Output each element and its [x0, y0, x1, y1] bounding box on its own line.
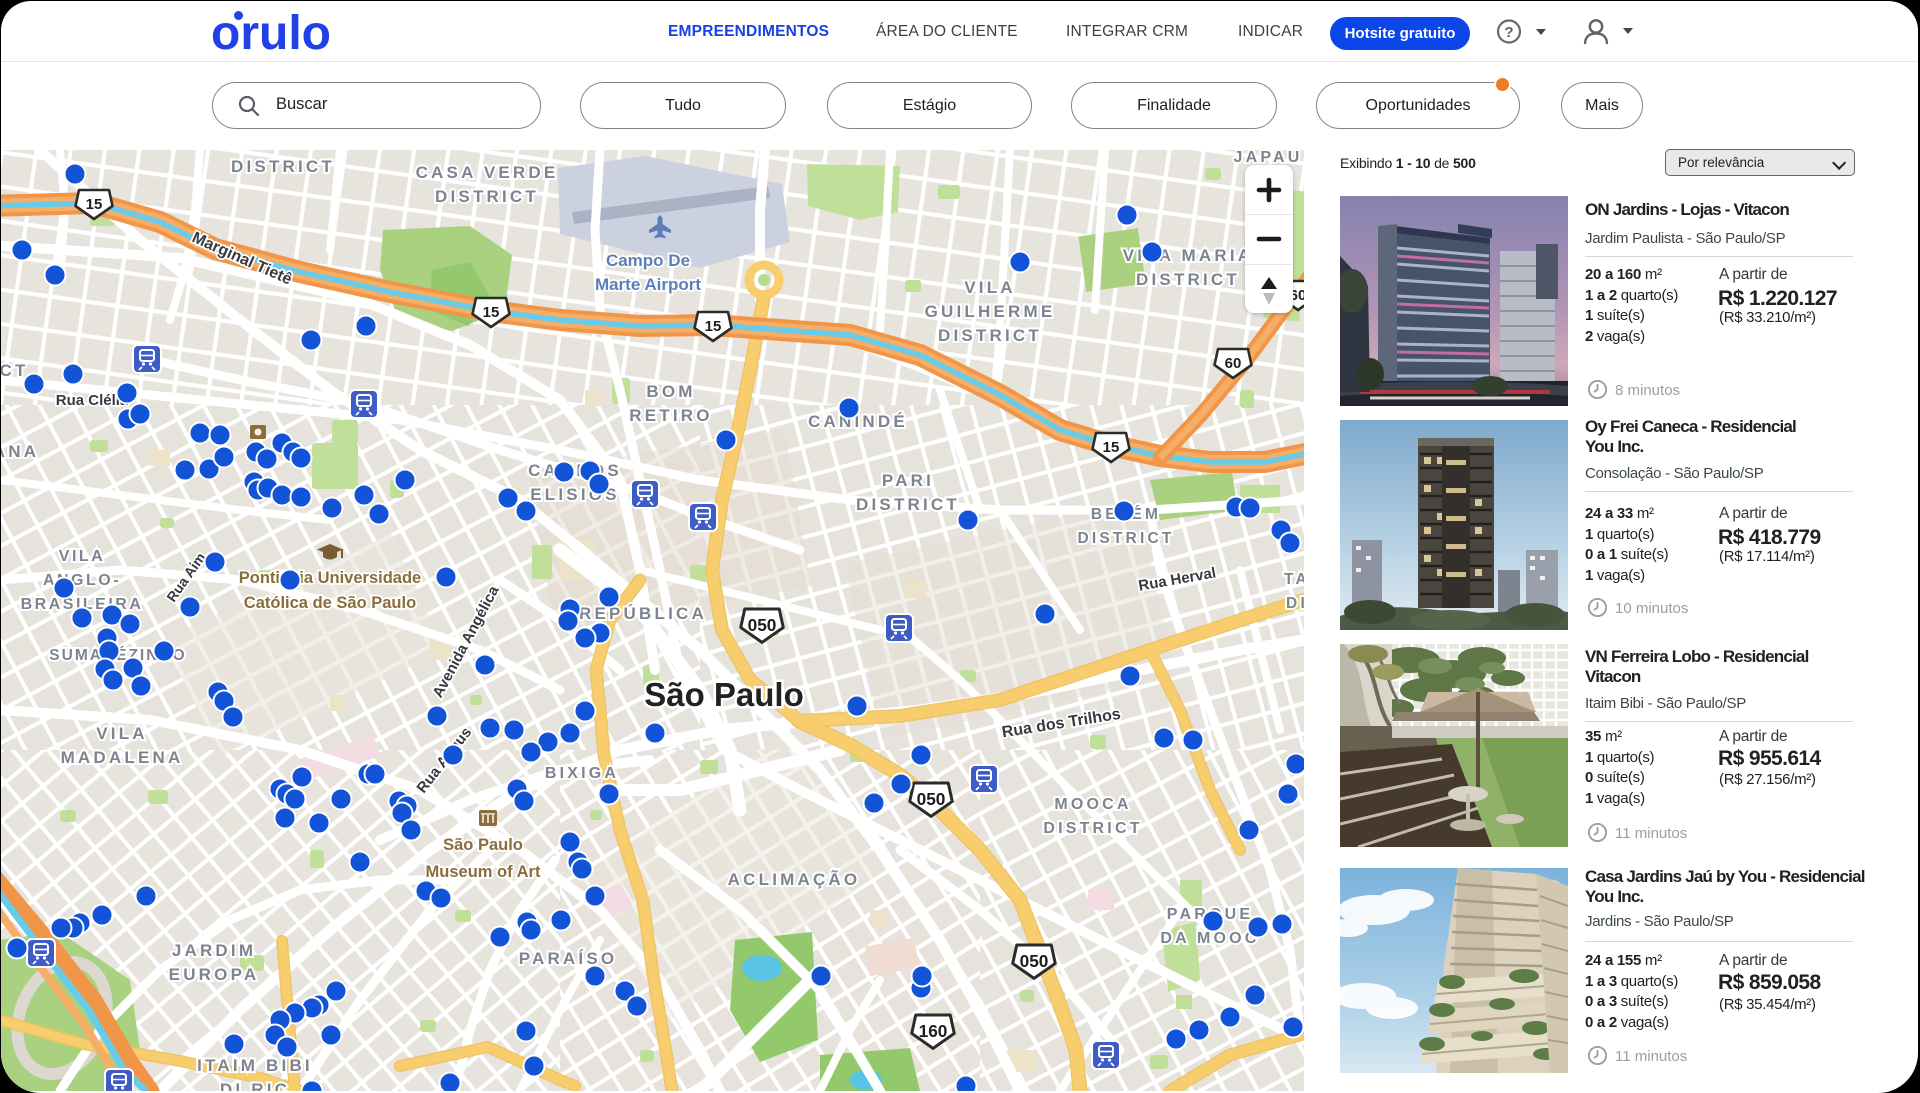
svg-text:15: 15 — [86, 196, 103, 213]
svg-text:São Paulo: São Paulo — [644, 676, 804, 713]
svg-text:MADALENA: MADALENA — [61, 748, 184, 767]
svg-text:Pontifícia Universidade: Pontifícia Universidade — [239, 569, 421, 587]
svg-text:RETIRO: RETIRO — [629, 406, 712, 425]
svg-text:VILA: VILA — [96, 724, 148, 743]
svg-text:DI: DI — [1286, 595, 1304, 612]
svg-text:15: 15 — [483, 304, 500, 321]
svg-text:CT: CT — [1, 361, 29, 380]
svg-text:PARI: PARI — [882, 471, 934, 490]
svg-text:DISTRICT: DISTRICT — [435, 187, 539, 206]
svg-text:GUILHERME: GUILHERME — [925, 302, 1056, 321]
svg-text:60: 60 — [1225, 355, 1242, 372]
svg-text:REPÚBLICA: REPÚBLICA — [579, 604, 707, 623]
svg-text:Marte Airport: Marte Airport — [595, 275, 701, 294]
svg-text:DI RIC: DI RIC — [220, 1080, 290, 1091]
svg-text:DISTRICT: DISTRICT — [1043, 820, 1142, 837]
svg-text:15: 15 — [1103, 439, 1120, 456]
svg-text:JAPAU: JAPAU — [1233, 150, 1302, 166]
svg-text:ANA: ANA — [1, 442, 39, 461]
svg-text:CASA VERDE: CASA VERDE — [416, 163, 559, 182]
svg-text:PARAÍSO: PARAÍSO — [519, 949, 618, 968]
svg-text:050: 050 — [917, 789, 946, 809]
svg-text:DISTRICT: DISTRICT — [938, 326, 1042, 345]
svg-text:BIXIGA: BIXIGA — [545, 765, 619, 782]
svg-text:050: 050 — [748, 615, 777, 635]
svg-text:050: 050 — [1020, 951, 1049, 971]
svg-text:VILA: VILA — [964, 278, 1016, 297]
svg-text:DA MOOC: DA MOOC — [1160, 930, 1259, 947]
svg-text:Católica de São Paulo: Católica de São Paulo — [244, 594, 416, 612]
svg-text:EUROPA: EUROPA — [169, 965, 260, 984]
svg-text:DISTRICT: DISTRICT — [856, 495, 960, 514]
svg-text:ITAIM BIBI: ITAIM BIBI — [197, 1056, 313, 1075]
svg-text:DISTRICT: DISTRICT — [1077, 530, 1174, 547]
svg-text:ACLIMAÇÃO: ACLIMAÇÃO — [728, 869, 861, 889]
svg-text:160: 160 — [919, 1021, 948, 1041]
svg-text:TA: TA — [1284, 571, 1304, 588]
svg-text:DISTRICT: DISTRICT — [231, 157, 335, 176]
svg-text:DISTRICT: DISTRICT — [1136, 270, 1240, 289]
svg-text:VILA: VILA — [59, 548, 105, 565]
svg-text:São Paulo: São Paulo — [443, 836, 523, 854]
svg-text:Campo De: Campo De — [606, 251, 690, 270]
svg-text:BOM: BOM — [646, 382, 695, 401]
svg-text:MOOCA: MOOCA — [1054, 796, 1131, 813]
svg-text:JARDIM: JARDIM — [172, 941, 256, 960]
svg-text:?: ? — [1504, 24, 1513, 41]
svg-text:Museum of Art: Museum of Art — [426, 863, 541, 881]
svg-text:15: 15 — [705, 318, 722, 335]
